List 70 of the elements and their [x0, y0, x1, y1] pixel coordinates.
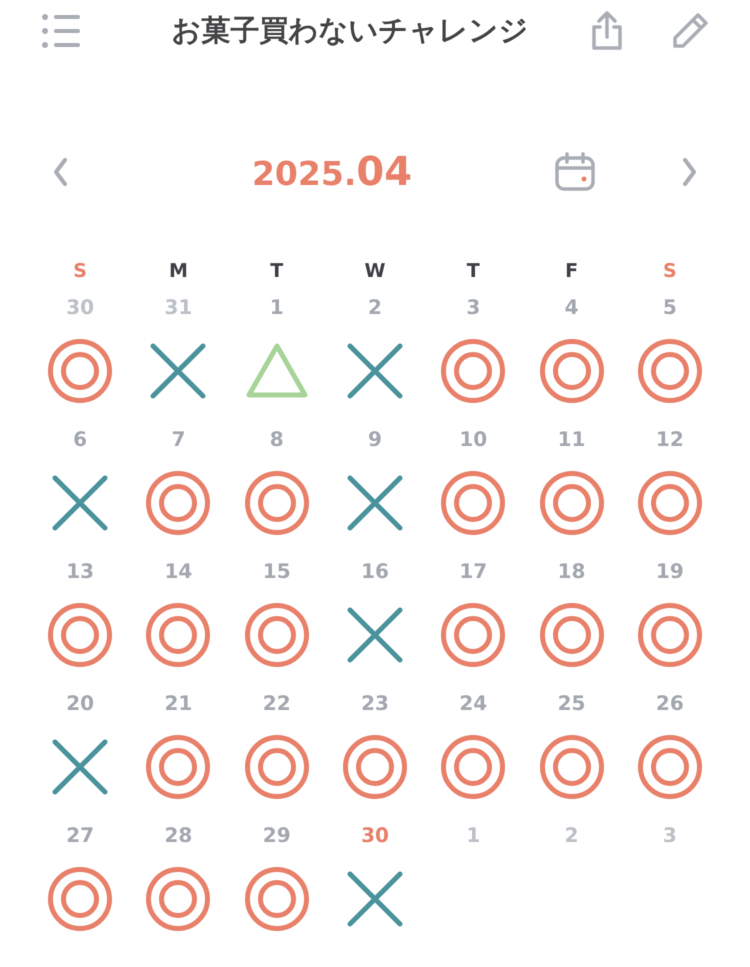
day-number[interactable]: 6 — [73, 424, 88, 454]
double-circle-mark — [145, 602, 212, 668]
day-number[interactable]: 11 — [558, 424, 586, 454]
weekday-label: W — [364, 258, 386, 284]
double-circle-mark — [538, 734, 605, 800]
day-number[interactable]: 30 — [361, 820, 389, 850]
weekday-label: S — [663, 258, 677, 284]
day-number[interactable]: 20 — [66, 688, 94, 718]
double-circle-mark — [47, 338, 114, 404]
weekday-label: M — [168, 258, 188, 284]
day-number[interactable]: 18 — [558, 556, 586, 586]
double-circle-mark — [145, 866, 212, 932]
app-title: お菓子買わないチャレンジ — [172, 12, 528, 50]
day-number[interactable]: 4 — [564, 292, 579, 322]
day-number[interactable]: 14 — [164, 556, 192, 586]
day-number[interactable]: 13 — [66, 556, 94, 586]
day-number[interactable]: 5 — [662, 292, 677, 322]
double-circle-mark — [538, 338, 605, 404]
double-circle-mark — [636, 602, 703, 668]
month-label: 2025.04 — [252, 148, 412, 197]
day-number[interactable]: 17 — [459, 556, 488, 586]
weekday-label: F — [565, 258, 578, 284]
day-number[interactable]: 23 — [361, 688, 389, 718]
double-circle-mark — [47, 602, 114, 668]
day-number[interactable]: 27 — [66, 820, 94, 850]
weekday-label: T — [270, 258, 284, 284]
double-circle-mark — [145, 470, 212, 536]
double-circle-mark — [636, 470, 703, 536]
day-number[interactable]: 1 — [466, 820, 480, 850]
day-number[interactable]: 26 — [656, 688, 684, 718]
double-circle-mark — [636, 338, 703, 404]
day-number[interactable]: 7 — [171, 424, 186, 454]
double-circle-mark — [440, 734, 506, 800]
double-circle-mark — [538, 470, 605, 536]
day-number[interactable]: 30 — [66, 292, 94, 322]
weekday-label: T — [466, 258, 480, 284]
day-number[interactable]: 16 — [361, 556, 389, 586]
double-circle-mark — [440, 470, 506, 536]
day-number[interactable]: 22 — [262, 688, 291, 718]
double-circle-mark — [244, 602, 310, 668]
menu-icon[interactable] — [40, 12, 82, 50]
weekday-label: S — [73, 258, 87, 284]
day-number[interactable]: 25 — [558, 688, 586, 718]
calendar-icon[interactable] — [554, 151, 596, 193]
day-number[interactable]: 31 — [164, 292, 192, 322]
day-number[interactable]: 12 — [656, 424, 684, 454]
day-number[interactable]: 2 — [564, 820, 579, 850]
double-circle-mark — [342, 734, 408, 800]
day-number[interactable]: 10 — [459, 424, 488, 454]
day-number[interactable]: 24 — [459, 688, 488, 718]
day-number[interactable]: 19 — [656, 556, 684, 586]
day-number[interactable]: 29 — [262, 820, 291, 850]
day-number[interactable]: 21 — [164, 688, 192, 718]
double-circle-mark — [440, 602, 506, 668]
double-circle-mark — [538, 602, 605, 668]
day-number[interactable]: 3 — [662, 820, 677, 850]
day-number[interactable]: 3 — [466, 292, 480, 322]
double-circle-mark — [244, 734, 310, 800]
day-number[interactable]: 8 — [270, 424, 284, 454]
double-circle-mark — [145, 734, 212, 800]
double-circle-mark — [47, 866, 114, 932]
double-circle-mark — [440, 338, 506, 404]
double-circle-mark — [636, 734, 703, 800]
day-number[interactable]: 15 — [262, 556, 291, 586]
day-number[interactable]: 1 — [270, 292, 284, 322]
day-number[interactable]: 9 — [368, 424, 382, 454]
double-circle-mark — [244, 866, 310, 932]
day-number[interactable]: 2 — [368, 292, 382, 322]
day-number[interactable]: 28 — [164, 820, 192, 850]
double-circle-mark — [244, 470, 310, 536]
